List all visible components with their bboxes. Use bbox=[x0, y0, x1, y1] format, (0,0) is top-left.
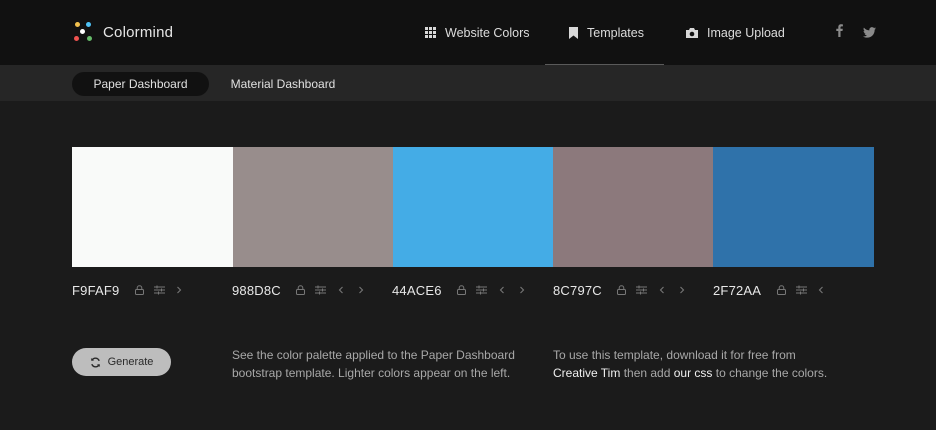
template-tabs-bar: Paper Dashboard Material Dashboard bbox=[0, 65, 936, 101]
swatch-2[interactable] bbox=[233, 147, 393, 267]
nav-templates[interactable]: Templates bbox=[569, 0, 644, 65]
swatch-4[interactable] bbox=[553, 147, 713, 267]
lock-icon[interactable] bbox=[129, 281, 149, 299]
nav-website-colors[interactable]: Website Colors bbox=[425, 0, 530, 65]
nav-label: Image Upload bbox=[707, 25, 785, 40]
hex-code: 44ACE6 bbox=[392, 282, 442, 298]
refresh-icon bbox=[90, 356, 100, 368]
lock-icon[interactable] bbox=[452, 281, 472, 299]
hex-code: 988D8C bbox=[232, 282, 281, 298]
facebook-link[interactable] bbox=[836, 24, 843, 42]
top-navbar: Colormind Website Colors Templates Image… bbox=[0, 0, 936, 66]
swatch-3[interactable] bbox=[393, 147, 553, 267]
our-css-link[interactable]: our css bbox=[674, 366, 713, 380]
nav-label: Website Colors bbox=[445, 25, 530, 40]
swatch-controls-2: 988D8C bbox=[232, 281, 371, 299]
generate-button[interactable]: Generate bbox=[72, 348, 171, 376]
camera-icon bbox=[686, 27, 698, 38]
adjust-sliders-icon[interactable] bbox=[791, 281, 811, 299]
description-line: bootstrap template. Lighter colors appea… bbox=[232, 366, 511, 380]
bookmark-icon bbox=[569, 26, 578, 39]
chevron-left-icon[interactable] bbox=[811, 281, 831, 299]
instructions-line2: Creative Tim then add our css to change … bbox=[553, 364, 827, 382]
nav-label: Templates bbox=[587, 25, 644, 40]
twitter-icon bbox=[863, 27, 876, 38]
generate-label: Generate bbox=[107, 356, 154, 368]
adjust-sliders-icon[interactable] bbox=[632, 281, 652, 299]
nav-image-upload[interactable]: Image Upload bbox=[686, 0, 785, 65]
swatch-controls-5: 2F72AA bbox=[713, 281, 831, 299]
chevron-right-icon[interactable] bbox=[672, 281, 692, 299]
swatch-controls-4: 8C797C bbox=[553, 281, 692, 299]
chevron-right-icon[interactable] bbox=[512, 281, 532, 299]
lock-icon[interactable] bbox=[291, 281, 311, 299]
instructions-line: To use this template, download it for fr… bbox=[553, 348, 796, 362]
facebook-icon bbox=[836, 24, 843, 37]
adjust-sliders-icon[interactable] bbox=[311, 281, 331, 299]
hex-code: F9FAF9 bbox=[72, 282, 120, 298]
palette-swatches bbox=[72, 147, 874, 267]
description-line: See the color palette applied to the Pap… bbox=[232, 348, 515, 362]
tab-paper-dashboard[interactable]: Paper Dashboard bbox=[72, 72, 209, 96]
creative-tim-link[interactable]: Creative Tim bbox=[553, 366, 620, 380]
swatch-1[interactable] bbox=[72, 147, 233, 267]
tab-material-dashboard[interactable]: Material Dashboard bbox=[222, 72, 344, 96]
chevron-right-icon[interactable] bbox=[351, 281, 371, 299]
instructions-end: to change the colors. bbox=[712, 366, 828, 380]
swatch-5[interactable] bbox=[713, 147, 874, 267]
chevron-left-icon[interactable] bbox=[331, 281, 351, 299]
logo[interactable]: Colormind bbox=[72, 20, 173, 44]
chevron-right-icon[interactable] bbox=[169, 281, 189, 299]
twitter-link[interactable] bbox=[863, 25, 876, 43]
lock-icon[interactable] bbox=[771, 281, 791, 299]
template-description: See the color palette applied to the Pap… bbox=[232, 346, 515, 382]
grid-icon bbox=[425, 27, 436, 38]
colormind-logo-icon bbox=[72, 21, 94, 43]
swatch-controls-3: 44ACE6 bbox=[392, 281, 532, 299]
chevron-left-icon[interactable] bbox=[492, 281, 512, 299]
hex-code: 8C797C bbox=[553, 282, 602, 298]
usage-instructions: To use this template, download it for fr… bbox=[553, 346, 827, 382]
hex-code: 2F72AA bbox=[713, 282, 762, 298]
instructions-mid: then add bbox=[620, 366, 674, 380]
lock-icon[interactable] bbox=[612, 281, 632, 299]
adjust-sliders-icon[interactable] bbox=[472, 281, 492, 299]
adjust-sliders-icon[interactable] bbox=[149, 281, 169, 299]
logo-text: Colormind bbox=[103, 23, 174, 41]
chevron-left-icon[interactable] bbox=[652, 281, 672, 299]
swatch-controls-1: F9FAF9 bbox=[72, 281, 189, 299]
